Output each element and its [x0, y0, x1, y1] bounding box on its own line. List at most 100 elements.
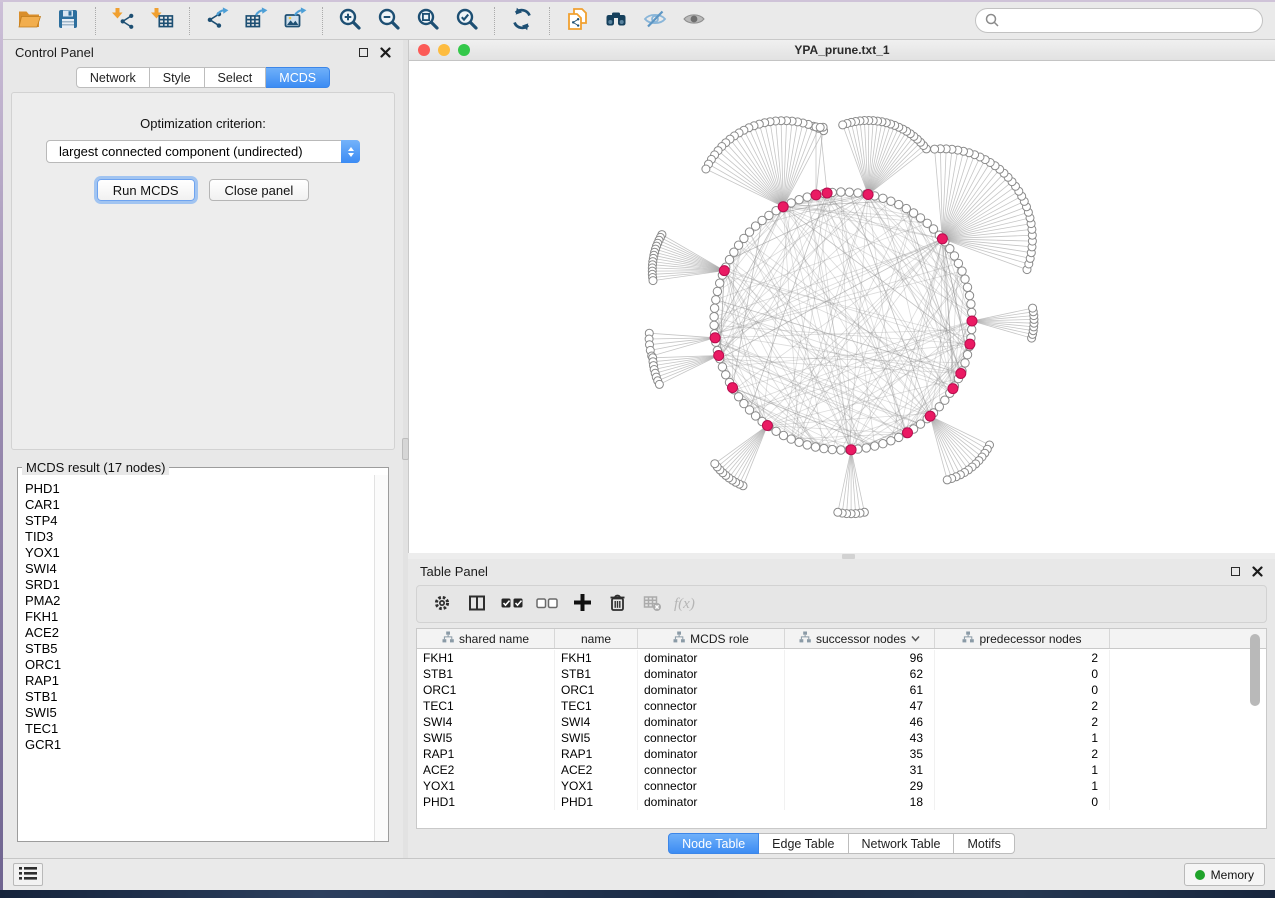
mcds-result-item[interactable]: PHD1 [25, 481, 373, 497]
deselect-unchecked-button[interactable] [532, 589, 562, 619]
column-header-predecessor-nodes[interactable]: predecessor nodes [935, 629, 1110, 648]
mcds-result-item[interactable]: TEC1 [25, 721, 373, 737]
run-mcds-button[interactable]: Run MCDS [97, 179, 195, 201]
mcds-result-item[interactable]: CAR1 [25, 497, 373, 513]
table-row[interactable]: ACE2ACE2connector311 [417, 762, 1266, 778]
cell-predecessor-nodes: 2 [935, 746, 1110, 762]
float-table-panel-icon[interactable] [1231, 567, 1240, 576]
close-panel-icon[interactable] [380, 47, 391, 58]
first-neighbors-button[interactable] [598, 5, 634, 37]
hide-selected-button[interactable] [637, 5, 673, 37]
mcds-result-item[interactable]: YOX1 [25, 545, 373, 561]
column-header-mcds-role[interactable]: MCDS role [638, 629, 785, 648]
mcds-result-item[interactable]: ORC1 [25, 657, 373, 673]
table-row[interactable]: STB1STB1dominator620 [417, 666, 1266, 682]
vertical-splitter[interactable] [403, 40, 408, 858]
close-table-panel-icon[interactable] [1252, 566, 1263, 577]
zoom-fit-icon [416, 7, 440, 34]
export-image-button[interactable] [277, 5, 313, 37]
refresh-view-button[interactable] [504, 5, 540, 37]
table-options-gear-button[interactable] [427, 589, 457, 619]
mcds-result-item[interactable]: SWI4 [25, 561, 373, 577]
table-panel-titlebar: Table Panel [408, 559, 1275, 584]
panel-menu-button[interactable] [13, 863, 43, 886]
delete-selected-button[interactable] [602, 589, 632, 619]
mcds-result-item[interactable]: STP4 [25, 513, 373, 529]
cell-mcds-role: connector [638, 778, 785, 794]
import-table-icon [150, 7, 174, 34]
select-checked-button[interactable] [497, 589, 527, 619]
mcds-list-scrollbar[interactable] [374, 475, 388, 841]
cell-name: ORC1 [555, 682, 638, 698]
cell-mcds-role: dominator [638, 746, 785, 762]
table-scrollbar[interactable] [1249, 632, 1261, 824]
delete-table-icon [643, 594, 662, 615]
table-row[interactable]: SWI5SWI5connector431 [417, 730, 1266, 746]
tab-motifs[interactable]: Motifs [954, 833, 1014, 854]
mcds-result-item[interactable]: PMA2 [25, 593, 373, 609]
mcds-result-item[interactable]: ACE2 [25, 625, 373, 641]
optimization-criterion-select[interactable]: largest connected component (undirected) [46, 140, 360, 163]
tab-network-table[interactable]: Network Table [849, 833, 955, 854]
import-table-button[interactable] [144, 5, 180, 37]
table-row[interactable]: FKH1FKH1dominator962 [417, 650, 1266, 666]
table-row[interactable]: TEC1TEC1connector472 [417, 698, 1266, 714]
new-network-from-selection-button[interactable] [559, 5, 595, 37]
mcds-result-item[interactable]: SWI5 [25, 705, 373, 721]
export-table-button[interactable] [238, 5, 274, 37]
cell-name: SWI5 [555, 730, 638, 746]
tab-mcds[interactable]: MCDS [266, 67, 330, 88]
column-header-shared-name[interactable]: shared name [417, 629, 555, 648]
table-panel-title: Table Panel [420, 564, 488, 579]
zoom-selected-button[interactable] [449, 5, 485, 37]
tab-style[interactable]: Style [150, 67, 205, 88]
network-canvas[interactable] [409, 61, 1275, 553]
cell-predecessor-nodes: 1 [935, 778, 1110, 794]
table-row[interactable]: YOX1YOX1connector291 [417, 778, 1266, 794]
tab-network[interactable]: Network [76, 67, 150, 88]
mcds-result-item[interactable]: TID3 [25, 529, 373, 545]
mcds-result-item[interactable]: STB1 [25, 689, 373, 705]
import-network-button[interactable] [105, 5, 141, 37]
cell-mcds-role: connector [638, 698, 785, 714]
zoom-in-button[interactable] [332, 5, 368, 37]
close-mcds-panel-button[interactable]: Close panel [209, 179, 310, 201]
save-session-button[interactable] [50, 5, 86, 37]
table-body: FKH1FKH1dominator962STB1STB1dominator620… [417, 650, 1266, 828]
memory-button[interactable]: Memory [1184, 863, 1265, 886]
mcds-result-item[interactable]: FKH1 [25, 609, 373, 625]
zoom-out-button[interactable] [371, 5, 407, 37]
split-panel-button[interactable] [462, 589, 492, 619]
tab-edge-table[interactable]: Edge Table [759, 833, 848, 854]
table-row[interactable]: ORC1ORC1dominator610 [417, 682, 1266, 698]
toolbar-group [11, 5, 86, 37]
tab-select[interactable]: Select [205, 67, 267, 88]
mcds-result-item[interactable]: STB5 [25, 641, 373, 657]
table-row[interactable]: PHD1PHD1dominator180 [417, 794, 1266, 810]
mcds-result-item[interactable]: RAP1 [25, 673, 373, 689]
open-file-button[interactable] [11, 5, 47, 37]
traffic-light-minimize[interactable] [438, 44, 450, 56]
mcds-result-item[interactable]: SRD1 [25, 577, 373, 593]
float-panel-icon[interactable] [359, 48, 368, 57]
table-row[interactable]: SWI4SWI4dominator462 [417, 714, 1266, 730]
horizontal-splitter[interactable] [408, 553, 1275, 559]
traffic-light-zoom[interactable] [458, 44, 470, 56]
vertical-splitter-handle[interactable] [402, 438, 409, 460]
horizontal-splitter-handle[interactable] [842, 554, 855, 559]
export-network-button[interactable] [199, 5, 235, 37]
table-scrollbar-thumb[interactable] [1250, 634, 1260, 706]
column-header-successor-nodes[interactable]: successor nodes [785, 629, 935, 648]
cell-shared-name: RAP1 [417, 746, 555, 762]
export-network-icon [205, 7, 229, 34]
search-input[interactable] [975, 8, 1263, 33]
mcds-result-list: PHD1CAR1STP4TID3YOX1SWI4SRD1PMA2FKH1ACE2… [19, 479, 373, 840]
mcds-result-item[interactable]: GCR1 [25, 737, 373, 753]
tab-node-table[interactable]: Node Table [668, 833, 759, 854]
column-header-name[interactable]: name [555, 629, 638, 648]
show-all-button[interactable] [676, 5, 712, 37]
table-row[interactable]: RAP1RAP1dominator352 [417, 746, 1266, 762]
zoom-fit-button[interactable] [410, 5, 446, 37]
create-column-button[interactable] [567, 589, 597, 619]
traffic-light-close[interactable] [418, 44, 430, 56]
